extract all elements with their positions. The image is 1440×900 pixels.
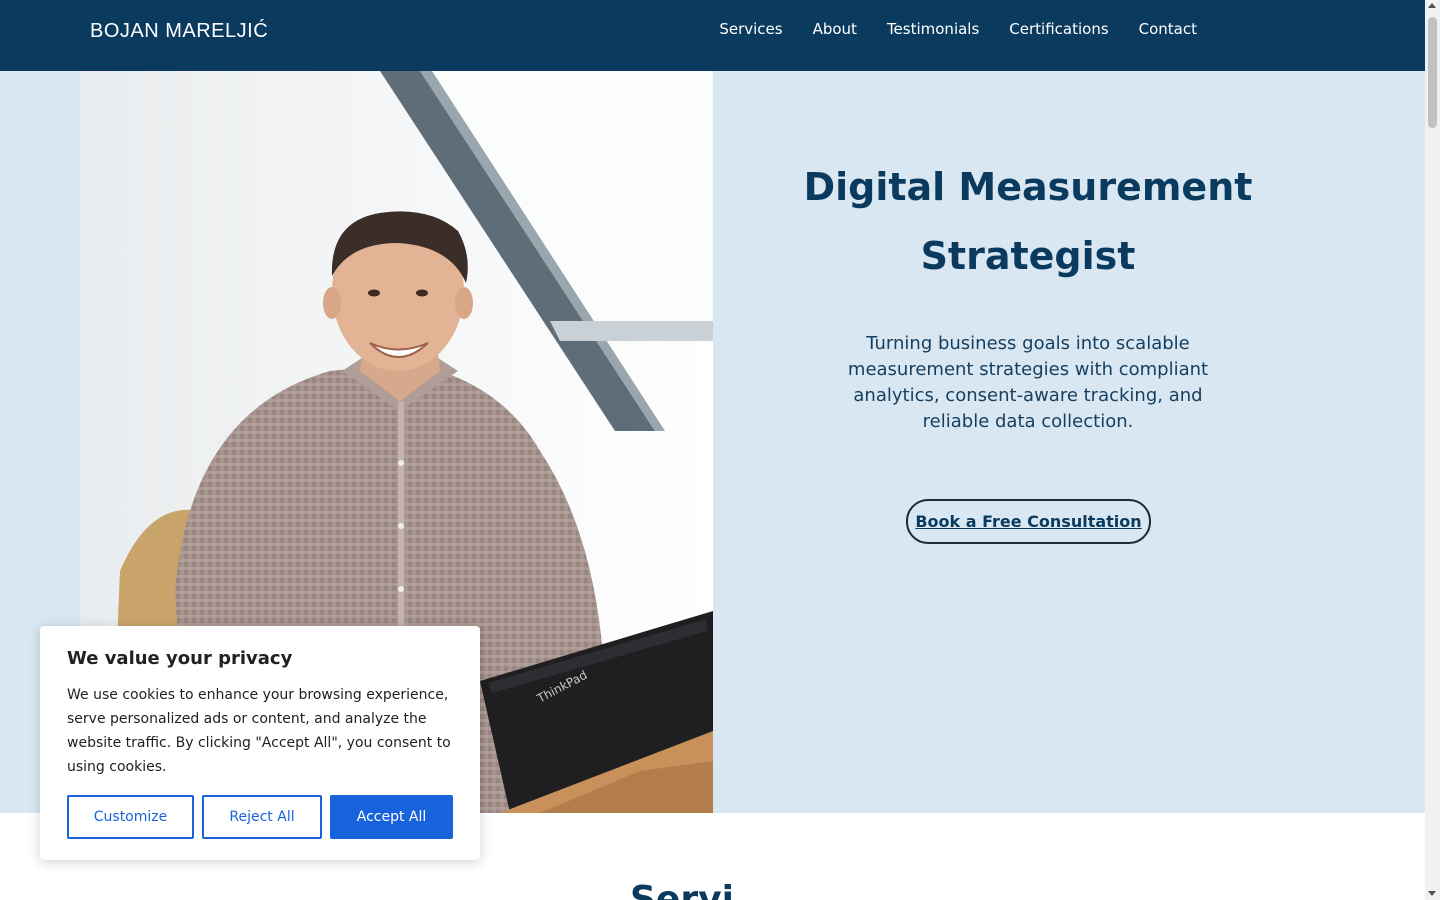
main-nav: Services About Testimonials Certificatio…	[719, 20, 1197, 38]
hero-title-line-2: Strategist	[920, 234, 1136, 278]
hero-title: Digital Measurement Strategist	[713, 153, 1343, 291]
scrollbar-thumb[interactable]	[1428, 17, 1437, 128]
accept-all-button[interactable]: Accept All	[330, 795, 453, 839]
nav-link-services[interactable]: Services	[719, 20, 782, 38]
hero-subtitle: Turning business goals into scalable mea…	[847, 333, 1209, 432]
cookie-banner-text: We use cookies to enhance your browsing …	[67, 687, 451, 775]
services-heading: Servi	[630, 879, 734, 900]
nav-link-contact[interactable]: Contact	[1139, 20, 1197, 38]
customize-button[interactable]: Customize	[67, 795, 194, 839]
cookie-banner-title: We value your privacy	[67, 648, 293, 669]
site-header: BOJAN MARELJIĆ Services About Testimonia…	[0, 0, 1425, 71]
nav-link-certifications[interactable]: Certifications	[1009, 20, 1108, 38]
page-scrollbar[interactable]	[1425, 0, 1440, 900]
book-consultation-button[interactable]: Book a Free Consultation	[906, 499, 1151, 544]
site-logo[interactable]: BOJAN MARELJIĆ	[90, 20, 268, 43]
hero-content: Digital Measurement Strategist Turning b…	[713, 71, 1343, 813]
nav-link-testimonials[interactable]: Testimonials	[887, 20, 979, 38]
scroll-up-arrow-icon[interactable]	[1428, 3, 1436, 8]
reject-all-button[interactable]: Reject All	[202, 795, 322, 839]
cookie-consent-banner: We value your privacy We use cookies to …	[40, 626, 480, 860]
scroll-down-arrow-icon[interactable]	[1428, 891, 1436, 896]
hero-title-line-1: Digital Measurement	[803, 165, 1253, 209]
nav-link-about[interactable]: About	[813, 20, 857, 38]
